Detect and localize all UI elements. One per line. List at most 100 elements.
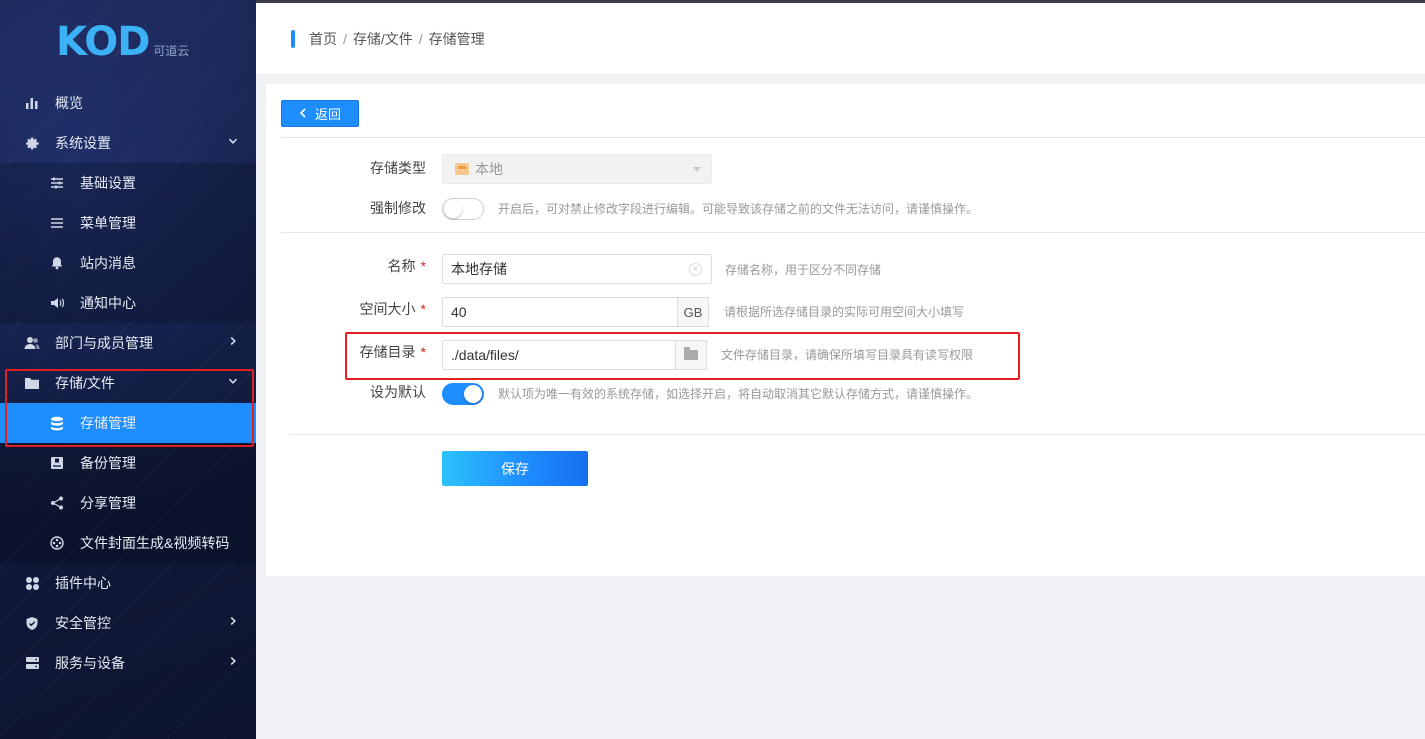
sidebar-item-label: 基础设置 xyxy=(80,175,136,191)
sidebar-item-departments-members[interactable]: 部门与成员管理 xyxy=(0,323,256,363)
sidebar-item-system-settings[interactable]: 系统设置 xyxy=(0,123,256,163)
users-icon xyxy=(24,335,40,351)
chevron-left-icon xyxy=(299,106,307,121)
sidebar-item-basic-settings[interactable]: 基础设置 xyxy=(0,163,256,203)
space-size-hint: 请根据所选存储目录的实际可用空间大小填写 xyxy=(724,305,965,319)
sidebar-item-file-cover-video-transcode[interactable]: 文件封面生成&视频转码 xyxy=(0,523,256,563)
folder-icon xyxy=(24,375,40,391)
chevron-right-icon xyxy=(228,655,238,669)
sidebar-item-notification-center[interactable]: 通知中心 xyxy=(0,283,256,323)
space-size-unit: GB xyxy=(677,297,709,327)
logo: KOD 可道云 xyxy=(56,18,189,62)
plugin-grid-icon xyxy=(24,575,40,591)
breadcrumb-separator: / xyxy=(418,31,423,47)
sidebar-item-services-devices[interactable]: 服务与设备 xyxy=(0,643,256,683)
space-size-input[interactable]: 40 GB xyxy=(442,297,709,327)
sidebar-nav: 概览 系统设置 基础设置 菜单管理 站内消息 通知中心 部门与成员管理 存储/文… xyxy=(0,83,256,683)
chevron-right-icon xyxy=(228,335,238,349)
menu-lines-icon xyxy=(49,215,65,231)
sidebar-item-label: 站内消息 xyxy=(80,255,136,271)
divider xyxy=(281,232,1425,233)
bell-icon xyxy=(49,255,65,271)
back-button-label: 返回 xyxy=(314,107,341,122)
sidebar-item-site-messages[interactable]: 站内消息 xyxy=(0,243,256,283)
sidebar-item-label: 分享管理 xyxy=(80,495,136,511)
sidebar-item-label: 安全管控 xyxy=(55,615,111,631)
sidebar-item-plugin-center[interactable]: 插件中心 xyxy=(0,563,256,603)
sidebar-item-label: 文件封面生成&视频转码 xyxy=(80,535,230,551)
storage-dir-input[interactable]: ./data/files/ xyxy=(442,340,707,370)
top-bar: 首页 / 存储/文件 / 存储管理 xyxy=(256,0,1425,74)
sidebar-item-label: 备份管理 xyxy=(80,455,136,471)
breadcrumb: 首页 / 存储/文件 / 存储管理 xyxy=(309,30,485,48)
storage-type-label: 存储类型 xyxy=(370,160,426,176)
name-input-value: 本地存储 xyxy=(451,261,507,277)
caret-down-icon xyxy=(693,167,701,172)
gear-icon xyxy=(24,135,40,151)
storage-dir-label: 存储目录 * xyxy=(359,344,426,360)
logo-text: KOD xyxy=(56,19,150,65)
sidebar-item-label: 存储管理 xyxy=(80,415,136,431)
breadcrumb-separator: / xyxy=(343,31,347,47)
force-modify-toggle[interactable] xyxy=(442,198,484,220)
server-icon xyxy=(24,655,40,671)
backup-icon xyxy=(49,455,65,471)
back-button[interactable]: 返回 xyxy=(281,100,359,127)
sidebar-item-security-control[interactable]: 安全管控 xyxy=(0,603,256,643)
storage-type-value: 本地 xyxy=(475,161,503,177)
storage-dir-hint: 文件存储目录，请确保所填写目录具有读写权限 xyxy=(721,348,974,362)
chevron-down-icon xyxy=(228,375,238,389)
sliders-icon xyxy=(49,175,65,191)
sidebar-item-overview[interactable]: 概览 xyxy=(0,83,256,123)
storage-dir-input-value: ./data/files/ xyxy=(451,347,519,363)
breadcrumb-current: 存储管理 xyxy=(428,31,485,47)
speaker-icon xyxy=(49,295,65,311)
film-reel-icon xyxy=(49,535,65,551)
sidebar-item-label: 服务与设备 xyxy=(55,655,125,671)
sidebar-item-share-management[interactable]: 分享管理 xyxy=(0,483,256,523)
sidebar-item-storage-files[interactable]: 存储/文件 xyxy=(0,363,256,403)
chart-bar-icon xyxy=(24,95,40,111)
storage-edit-card: 返回 存储类型 本地 强制修改 开启后，可对禁止修改字段进行编辑。可能导致该存储… xyxy=(266,84,1425,576)
folder-open-icon xyxy=(684,347,698,360)
set-default-toggle[interactable] xyxy=(442,383,484,405)
sidebar: KOD 可道云 概览 系统设置 基础设置 菜单管理 站内消息 通知中心 部门与成… xyxy=(0,0,256,739)
database-icon xyxy=(49,415,65,431)
set-default-label: 设为默认 xyxy=(370,384,426,400)
chevron-down-icon xyxy=(228,135,238,149)
space-size-input-value: 40 xyxy=(451,304,467,320)
name-label: 名称 * xyxy=(387,258,426,274)
divider xyxy=(281,137,1425,138)
save-button[interactable]: 保存 xyxy=(442,451,588,486)
storage-type-select: 本地 xyxy=(442,154,712,184)
folder-browse-button[interactable] xyxy=(675,340,707,370)
force-modify-label: 强制修改 xyxy=(370,200,426,216)
divider xyxy=(290,434,1425,435)
sidebar-item-label: 系统设置 xyxy=(55,135,111,151)
clear-icon[interactable]: × xyxy=(689,263,702,276)
toggle-knob xyxy=(464,385,482,403)
chevron-right-icon xyxy=(228,615,238,629)
sidebar-item-label: 存储/文件 xyxy=(55,375,115,391)
sidebar-item-label: 概览 xyxy=(55,95,83,111)
sidebar-item-menu-management[interactable]: 菜单管理 xyxy=(0,203,256,243)
breadcrumb-marker xyxy=(291,30,295,48)
breadcrumb-home[interactable]: 首页 xyxy=(309,30,337,48)
sidebar-item-storage-management[interactable]: 存储管理 xyxy=(0,403,256,443)
share-icon xyxy=(49,495,65,511)
space-size-label: 空间大小 * xyxy=(359,301,426,317)
breadcrumb-section[interactable]: 存储/文件 xyxy=(353,30,413,48)
sidebar-item-label: 菜单管理 xyxy=(80,215,136,231)
sidebar-item-label: 部门与成员管理 xyxy=(55,335,153,351)
shield-icon xyxy=(24,615,40,631)
sidebar-item-label: 通知中心 xyxy=(80,295,136,311)
force-modify-hint: 开启后，可对禁止修改字段进行编辑。可能导致该存储之前的文件无法访问，请谨慎操作。 xyxy=(498,202,979,216)
sidebar-item-label: 插件中心 xyxy=(55,575,111,591)
toggle-knob xyxy=(444,200,462,218)
logo-subtext: 可道云 xyxy=(153,44,190,58)
set-default-hint: 默认项为唯一有效的系统存储，如选择开启，将自动取消其它默认存储方式，请谨慎操作。 xyxy=(498,387,979,401)
name-hint: 存储名称，用于区分不同存储 xyxy=(725,263,882,277)
sidebar-item-backup-management[interactable]: 备份管理 xyxy=(0,443,256,483)
local-disk-icon xyxy=(455,163,469,175)
name-input[interactable]: 本地存储 × xyxy=(442,254,712,284)
